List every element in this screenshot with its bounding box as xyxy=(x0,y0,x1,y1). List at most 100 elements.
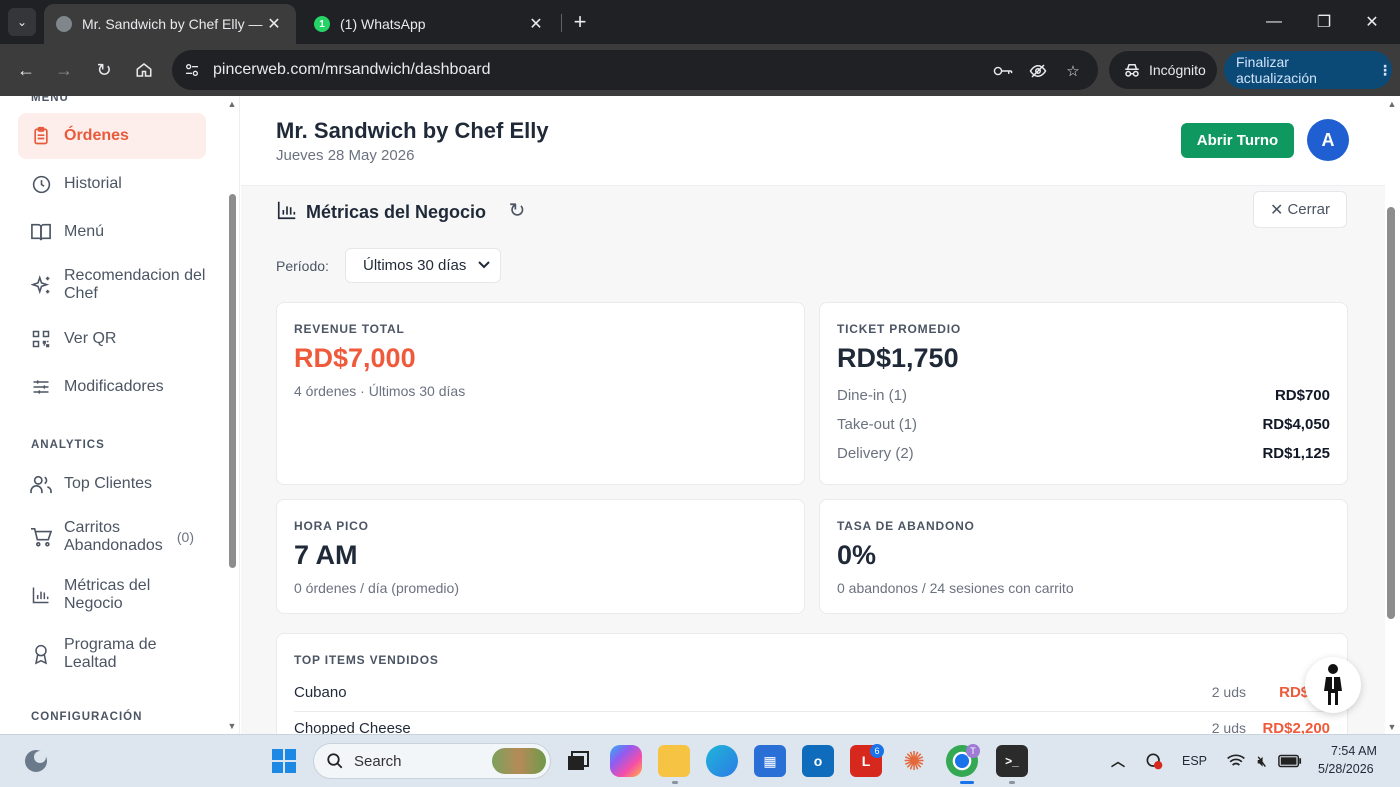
update-label: Finalizar actualización xyxy=(1236,54,1317,86)
item-units: 2 uds xyxy=(1211,684,1246,700)
scroll-up-icon[interactable]: ▲ xyxy=(226,98,238,110)
copilot-icon[interactable] xyxy=(610,745,642,777)
running-indicator xyxy=(1009,781,1015,784)
period-select[interactable]: Últimos 30 días xyxy=(345,248,501,283)
home-icon[interactable] xyxy=(130,56,158,84)
eye-off-icon[interactable] xyxy=(1027,60,1049,82)
tab-mr-sandwich[interactable]: Mr. Sandwich by Chef Elly — Pi ✕ xyxy=(44,4,296,44)
kebab-menu-icon[interactable]: ⋮ xyxy=(1378,62,1392,79)
peak-hour-card: HORA PICO 7 AM 0 órdenes / día (promedio… xyxy=(276,499,805,614)
browser-toolbar: ← → ↻ pincerweb.com/mrsandwich/dashboard… xyxy=(0,44,1400,96)
cart-icon xyxy=(30,526,52,548)
windows-start-icon[interactable] xyxy=(268,745,300,777)
page-scroll-up-icon[interactable]: ▲ xyxy=(1386,98,1398,110)
abandon-rate-card: TASA DE ABANDONO 0% 0 abandonos / 24 ses… xyxy=(819,499,1348,614)
page-scrollbar-thumb[interactable] xyxy=(1387,207,1395,619)
sidebar-item-lealtad[interactable]: Programa de Lealtad xyxy=(18,631,206,677)
sidebar-scrollbar-thumb[interactable] xyxy=(229,194,236,568)
sidebar-item-historial[interactable]: Historial xyxy=(18,162,206,206)
edge-icon[interactable] xyxy=(706,745,738,777)
sidebar-item-label: Modificadores xyxy=(64,378,164,395)
sidebar-item-ver-qr[interactable]: Ver QR xyxy=(18,317,206,361)
sidebar-item-metricas[interactable]: Métricas del Negocio xyxy=(18,572,206,618)
window-close-icon[interactable]: ✕ xyxy=(1352,8,1392,36)
search-icon xyxy=(327,753,343,769)
taskbar-search[interactable]: Search xyxy=(313,743,551,779)
list-item[interactable]: Cubano 2 uds RD$1,4 xyxy=(294,674,1330,710)
incognito-icon xyxy=(1125,64,1139,77)
chef-assistant-button[interactable] xyxy=(1305,657,1361,713)
reload-icon[interactable]: ↻ xyxy=(90,56,118,84)
forward-icon[interactable]: → xyxy=(50,56,78,84)
tab-title: Mr. Sandwich by Chef Elly — Pi xyxy=(82,16,264,32)
task-view-icon[interactable] xyxy=(562,745,594,777)
close-icon[interactable]: ✕ xyxy=(264,14,284,34)
tab-search-dropdown[interactable]: ⌄ xyxy=(8,8,36,36)
site-settings-icon[interactable] xyxy=(182,60,202,80)
peak-hour-sub: 0 órdenes / día (promedio) xyxy=(294,580,459,596)
item-name: Chopped Cheese xyxy=(294,719,411,735)
claude-icon[interactable]: ✺ xyxy=(898,745,930,777)
restore-icon[interactable]: ❐ xyxy=(1304,8,1344,36)
back-icon[interactable]: ← xyxy=(12,56,40,84)
clipboard-icon xyxy=(30,125,52,147)
page-scroll-down-icon[interactable]: ▼ xyxy=(1386,721,1398,733)
clock-date[interactable]: 5/28/2026 xyxy=(1318,762,1374,776)
sidebar-item-recomendacion[interactable]: Recomendacion del Chef xyxy=(18,262,206,308)
minimize-icon[interactable]: ― xyxy=(1254,8,1294,36)
file-explorer-icon[interactable] xyxy=(658,745,690,777)
close-metrics-button[interactable]: ✕ Cerrar xyxy=(1253,191,1347,228)
sidebar-item-menu[interactable]: Menú xyxy=(18,210,206,254)
ticket-row-value: RD$700 xyxy=(1274,387,1330,404)
key-icon[interactable] xyxy=(992,60,1014,82)
sidebar-section-config: CONFIGURACIÓN xyxy=(31,711,143,723)
close-icon[interactable]: ✕ xyxy=(526,14,546,34)
finish-update-button[interactable]: Finalizar actualización ⋮ xyxy=(1224,51,1392,89)
sidebar-item-modificadores[interactable]: Modificadores xyxy=(18,365,206,409)
incognito-label: Incógnito xyxy=(1149,62,1206,78)
sidebar-item-label: Órdenes xyxy=(64,127,129,144)
revenue-value: RD$7,000 xyxy=(294,343,416,373)
abandon-rate-sub: 0 abandonos / 24 sesiones con carrito xyxy=(837,580,1074,596)
card-label: TICKET PROMEDIO xyxy=(837,322,962,336)
sidebar-item-top-clientes[interactable]: Top Clientes xyxy=(18,462,206,506)
whatsapp-icon: 1 xyxy=(314,16,330,32)
terminal-icon[interactable]: >_ xyxy=(996,745,1028,777)
metrics-title: Métricas del Negocio xyxy=(306,202,487,222)
clock-time[interactable]: 7:54 AM xyxy=(1331,744,1377,758)
avatar[interactable]: A xyxy=(1307,119,1349,161)
chevron-up-icon[interactable]: ︿ xyxy=(1102,745,1134,777)
ticket-row: Delivery (2) RD$1,125 xyxy=(837,445,1330,462)
bookmark-star-icon[interactable]: ☆ xyxy=(1062,60,1084,82)
list-item[interactable]: Chopped Cheese 2 uds RD$2,200 xyxy=(294,710,1330,735)
sidebar-item-carritos[interactable]: Carritos Abandonados (0) xyxy=(18,514,206,560)
qr-code-icon xyxy=(30,328,52,350)
tab-whatsapp[interactable]: 1 (1) WhatsApp ✕ xyxy=(302,4,558,44)
award-icon xyxy=(30,643,52,665)
sidebar-section-analytics: ANALYTICS xyxy=(31,439,105,451)
outlook-icon[interactable]: o xyxy=(802,745,834,777)
clock-icon xyxy=(30,173,52,195)
battery-icon[interactable] xyxy=(1274,745,1306,777)
tab-divider xyxy=(561,14,562,32)
active-indicator xyxy=(960,781,974,784)
refresh-icon[interactable]: ↻ xyxy=(506,198,528,222)
sidebar-item-label: Historial xyxy=(64,175,122,192)
sidebar-item-ordenes[interactable]: Órdenes xyxy=(18,113,206,159)
card-label: TASA DE ABANDONO xyxy=(837,519,975,533)
store-icon[interactable]: ▦ xyxy=(754,745,786,777)
abandon-rate-value: 0% xyxy=(837,540,877,570)
incognito-indicator[interactable]: Incógnito xyxy=(1109,51,1217,89)
scroll-down-icon[interactable]: ▼ xyxy=(226,720,238,732)
sidebar: MENU Órdenes Historial Menú Recomendacio… xyxy=(0,96,240,734)
peak-hour-value: 7 AM xyxy=(294,540,358,570)
input-language[interactable]: ESP xyxy=(1182,754,1207,768)
ticket-row-name: Take-out (1) xyxy=(837,416,918,433)
main-content: Mr. Sandwich by Chef Elly Jueves 28 May … xyxy=(241,96,1385,734)
network-alert-icon[interactable] xyxy=(1138,745,1170,777)
new-tab-icon[interactable]: + xyxy=(568,9,592,34)
address-bar[interactable]: pincerweb.com/mrsandwich/dashboard ☆ xyxy=(172,50,1098,90)
open-shift-button[interactable]: Abrir Turno xyxy=(1181,123,1294,158)
weather-icon[interactable] xyxy=(20,745,52,777)
sidebar-item-label: Recomendacion del Chef xyxy=(64,267,206,302)
